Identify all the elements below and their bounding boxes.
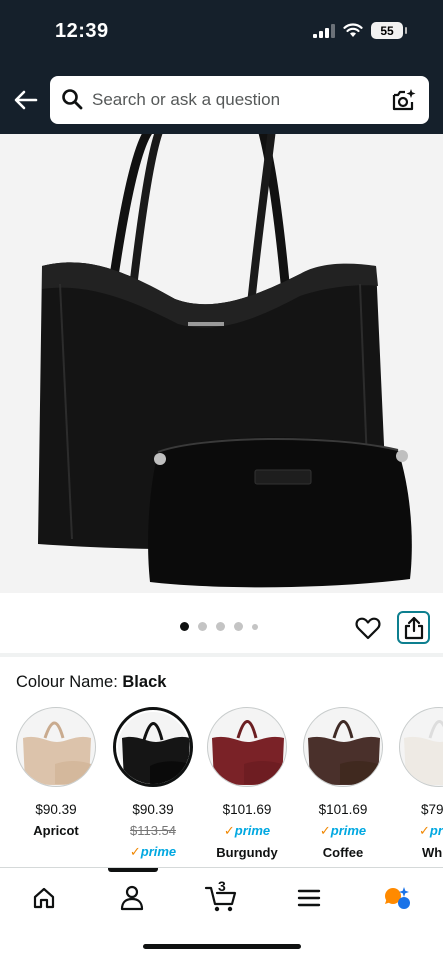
prime-label: prime — [429, 823, 443, 838]
prime-check-icon: ✓ — [319, 823, 331, 838]
prime-badge: ✓prime — [399, 823, 443, 839]
pagination-dot[interactable] — [180, 622, 189, 631]
tote-thumbnail — [23, 721, 91, 785]
prime-check-icon: ✓ — [223, 823, 235, 838]
selected-colour: Black — [122, 673, 167, 691]
swatch-price: $90.39 — [132, 802, 174, 817]
swatch-price: $101.69 — [318, 802, 368, 817]
pagination-dot[interactable] — [198, 622, 207, 631]
tote-thumbnail — [212, 720, 284, 785]
swatch-name: Coffee — [322, 845, 364, 860]
tote-thumbnail — [122, 722, 190, 784]
swatch-name: Burgundy — [216, 845, 278, 860]
prime-label: prime — [140, 844, 177, 859]
tote-bag-illustration — [0, 134, 443, 593]
swatch-image[interactable] — [303, 707, 383, 787]
swatch-price: $90.39 — [35, 802, 77, 817]
swatch-image[interactable] — [113, 707, 193, 787]
assistant-icon — [385, 887, 410, 909]
home-icon — [33, 887, 55, 909]
swatch-list-price: $113.54 — [129, 823, 177, 838]
colour-swatch-coffee[interactable]: $101.69 ✓prime Coffee — [303, 707, 383, 860]
cellular-signal-icon — [313, 23, 335, 38]
prime-label: prime — [234, 823, 271, 838]
tote-thumbnail — [404, 720, 443, 785]
status-time: 12:39 — [55, 20, 109, 42]
colour-name-label: Colour Name: Black — [16, 673, 166, 692]
swatch-price: $101.69 — [222, 802, 272, 817]
search-icon — [62, 89, 83, 110]
image-pagination — [180, 622, 258, 631]
product-image[interactable] — [0, 134, 443, 593]
search-input[interactable] — [92, 86, 382, 114]
back-button[interactable] — [12, 88, 40, 112]
swatch-image[interactable] — [16, 707, 96, 787]
nav-home[interactable] — [24, 882, 64, 914]
cart-count: 3 — [218, 878, 226, 894]
colour-swatch-black[interactable]: $90.39 $113.54 ✓prime — [113, 707, 193, 860]
pagination-dot[interactable] — [234, 622, 243, 631]
nav-cart[interactable]: 3 — [201, 878, 241, 914]
colour-swatch-burgundy[interactable]: $101.69 ✓prime Burgundy — [207, 707, 287, 860]
app-screen: 12:39 55 Search or ask a question Colour… — [0, 0, 443, 960]
swatch-image[interactable] — [207, 707, 287, 787]
header: 12:39 55 — [0, 0, 443, 134]
prime-badge: ✓prime — [207, 823, 287, 839]
search-bar[interactable] — [50, 76, 429, 124]
camera-search-icon[interactable] — [391, 87, 417, 113]
arrow-left-icon — [14, 90, 38, 110]
section-divider — [0, 653, 443, 657]
heart-icon — [355, 617, 381, 640]
hamburger-menu-icon — [297, 889, 321, 907]
prime-label: prime — [330, 823, 367, 838]
prime-badge: ✓prime — [113, 844, 193, 860]
nav-rufus-assistant[interactable] — [377, 882, 417, 914]
prime-badge: ✓prime — [303, 823, 383, 839]
pagination-dot[interactable] — [252, 623, 258, 630]
prime-check-icon: ✓ — [129, 844, 141, 859]
nav-menu[interactable] — [289, 882, 329, 914]
prime-check-icon: ✓ — [419, 823, 430, 838]
swatch-name: Apricot — [33, 823, 79, 838]
active-tab-indicator — [108, 868, 158, 872]
tote-thumbnail — [308, 720, 380, 785]
swatch-price: $79. — [421, 802, 443, 817]
share-button[interactable] — [397, 611, 430, 644]
pagination-dot[interactable] — [216, 622, 225, 631]
colour-label-text: Colour Name: — [16, 673, 118, 691]
battery-indicator: 55 — [371, 22, 407, 39]
swatch-image[interactable] — [399, 707, 443, 787]
swatch-name: Whi — [422, 845, 443, 860]
share-icon — [404, 616, 423, 639]
status-icons: 55 — [313, 22, 407, 39]
user-icon — [120, 885, 144, 911]
wishlist-button[interactable] — [354, 614, 382, 642]
colour-swatch-white[interactable]: $79. ✓prime Whi — [399, 707, 443, 860]
home-indicator — [143, 944, 301, 949]
colour-swatch-apricot[interactable]: $90.39 Apricot — [16, 707, 96, 838]
nav-account[interactable] — [112, 882, 152, 914]
wifi-icon — [343, 23, 363, 37]
